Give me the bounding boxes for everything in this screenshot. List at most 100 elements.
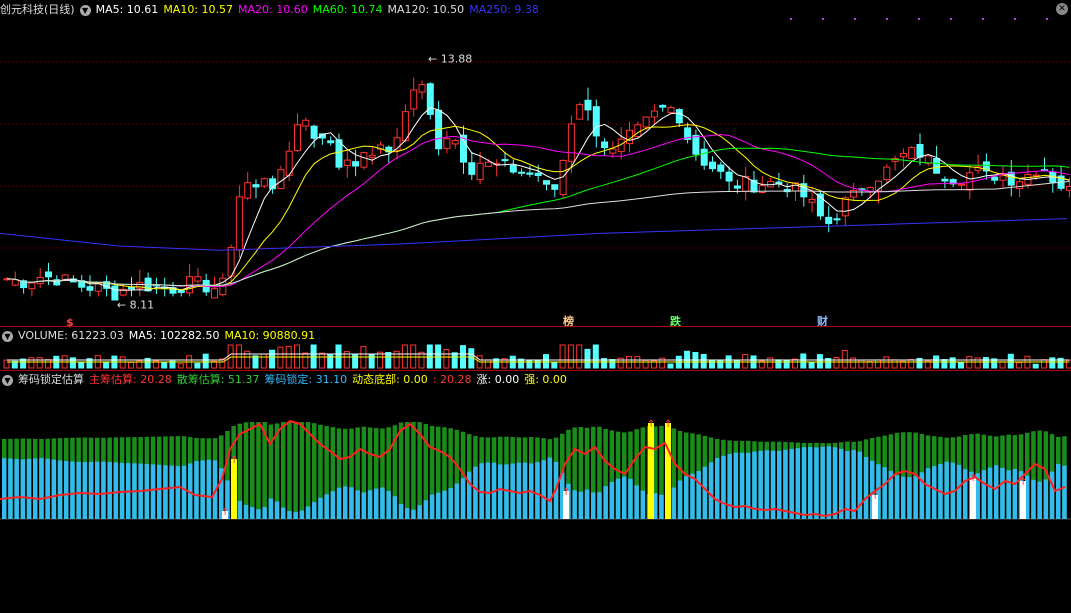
chip-lock-bar — [82, 462, 88, 519]
chip-lock-bar — [684, 476, 689, 519]
chip-lock-bar — [2, 458, 7, 519]
chip-lock-bar — [591, 492, 596, 519]
chip-lock-bar — [963, 469, 968, 519]
up-arrow-icon: ↑ — [562, 487, 570, 498]
chip-lock-bar — [839, 448, 844, 519]
chip-lock-bar — [343, 486, 348, 519]
chip-lock-bar — [398, 504, 404, 519]
chip-lock-bar — [88, 461, 94, 519]
chip-lock-bar — [603, 486, 608, 519]
chip-lock-bar — [882, 467, 887, 519]
up-arrow-icon: ↑ — [221, 507, 229, 518]
chip-lock-bar — [349, 487, 354, 519]
chip-lock-bar — [181, 465, 187, 519]
chip-lock-bar — [851, 450, 856, 519]
chip-lock-bar — [293, 511, 298, 519]
chip-lock-bar — [113, 462, 119, 519]
chip-lock-bar — [417, 505, 422, 519]
chip-lock-bar — [448, 488, 453, 519]
chip-lock-bar — [157, 464, 162, 519]
chip-lock-bar — [1006, 470, 1011, 519]
chip-lock-bar — [535, 462, 540, 519]
chip-lock-bar — [355, 490, 360, 519]
chip-lock-bar — [429, 494, 435, 519]
chip-lock-bar — [628, 478, 633, 519]
chip-lock-bar — [783, 449, 788, 519]
chip-lock-bar — [281, 507, 286, 519]
chip-lock-bar — [994, 465, 999, 519]
chip-lock-bar — [76, 461, 81, 519]
chip-lock-bar — [163, 465, 168, 519]
chip-indicator-chart: ↑↑ ↑↑↑ ↑↑ ↑ — [0, 419, 1071, 520]
chip-lock-bar — [516, 462, 522, 519]
chip-lock-bar — [597, 492, 602, 519]
chip-lock-bar — [250, 507, 255, 519]
chip-lock-bar — [485, 462, 491, 519]
chip-lock-bar — [95, 461, 100, 519]
chip-lock-bar — [715, 458, 720, 519]
chip-lock-bar — [51, 459, 57, 519]
chip-lock-bar — [572, 490, 577, 519]
chip-lock-bar — [200, 460, 205, 519]
chip-lock-bar — [987, 467, 993, 519]
chip-lock-bar — [677, 480, 683, 519]
chip-lock-bar — [1043, 479, 1049, 519]
chip-lock-bar — [746, 452, 751, 519]
chip-lock-bar — [107, 462, 112, 519]
chip-lock-bar — [1012, 469, 1018, 519]
chip-lock-bar — [609, 482, 615, 519]
chip-lock-bar — [336, 487, 342, 519]
chip-lock-bar — [473, 466, 478, 519]
chip-lock-bar — [8, 458, 13, 519]
scattered-chip-bar — [281, 422, 286, 519]
chip-lock-bar — [820, 446, 825, 519]
chip-lock-bar — [907, 477, 912, 519]
chip-lock-bar — [622, 476, 627, 519]
chip-lock-bar — [504, 464, 509, 519]
chip-lock-bar — [324, 494, 329, 519]
chip-lock-bar — [150, 464, 156, 519]
chip-lock-bar — [26, 458, 32, 519]
scattered-chip-bar — [411, 422, 416, 519]
chip-lock-bar — [386, 490, 391, 519]
chip-lock-bar — [801, 447, 807, 519]
chip-lock-bar — [981, 470, 987, 519]
chip-lock-bar — [578, 491, 584, 519]
scattered-chip-bar — [299, 422, 305, 519]
chip-lock-bar — [659, 494, 664, 519]
scattered-chip-bar — [250, 422, 255, 519]
up-arrow-icon: ↑ — [647, 419, 655, 430]
scattered-chip-bar — [405, 422, 410, 519]
chip-lock-bar — [380, 487, 385, 519]
chip-lock-bar — [857, 451, 863, 519]
chip-lock-bar — [460, 478, 466, 519]
chip-lock-bar — [274, 501, 280, 519]
chip-lock-bar — [696, 471, 701, 519]
chip-lock-bar — [832, 447, 838, 519]
scattered-chip-bar — [293, 422, 298, 519]
chip-lock-bar — [312, 502, 317, 519]
chip-lock-bar — [795, 448, 801, 519]
chip-lock-bar — [901, 476, 906, 519]
chip-lock-bar — [14, 459, 19, 519]
chip-lock-bar — [57, 460, 63, 519]
chip-lock-bar — [1056, 463, 1061, 519]
chip-lock-bar — [956, 464, 962, 519]
chip-lock-bar — [1000, 467, 1005, 519]
chip-lock-bar — [1031, 479, 1036, 519]
chip-lock-bar — [498, 464, 503, 519]
chip-lock-bar — [442, 490, 447, 519]
chip-lock-bar — [45, 458, 50, 519]
chip-lock-bar — [640, 490, 646, 519]
chip-lock-bar — [634, 485, 639, 519]
chip-lock-bar — [361, 492, 367, 519]
chip-lock-bar — [374, 488, 379, 519]
dynamic-bottom-bar — [665, 423, 671, 519]
chip-lock-bar — [101, 461, 106, 519]
chip-lock-bar — [169, 465, 174, 519]
chip-lock-bar — [944, 461, 949, 519]
chip-lock-bar — [547, 457, 553, 519]
chip-lock-bar — [584, 489, 590, 519]
chip-lock-bar — [318, 497, 323, 519]
chip-lock-bar — [863, 456, 869, 519]
